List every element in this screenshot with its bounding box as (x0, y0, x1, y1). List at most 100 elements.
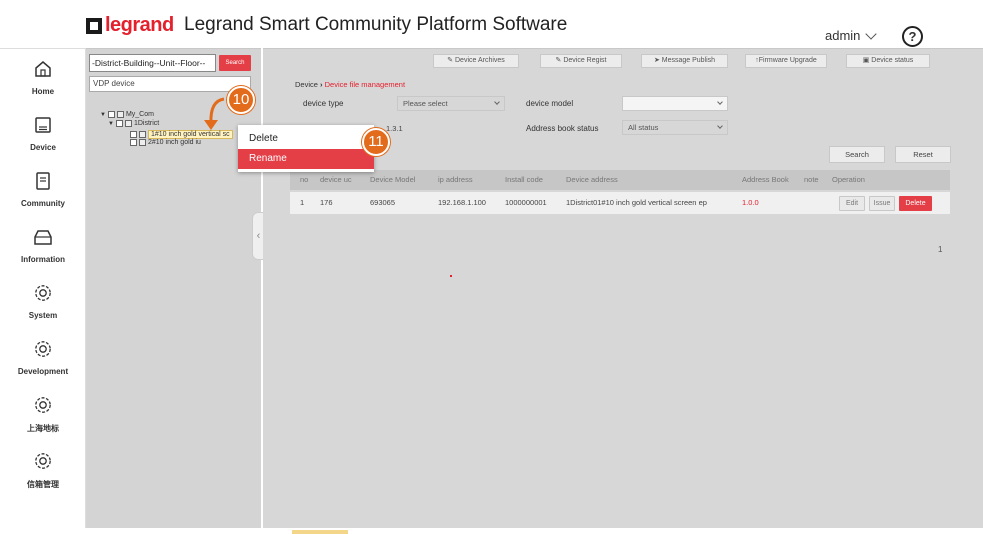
tree-search-button[interactable]: Search (219, 55, 251, 71)
message-publish-button[interactable]: ➤ Message Publish (641, 54, 728, 68)
gear-icon (35, 397, 51, 413)
select-value: Please select (403, 99, 448, 108)
cell-model: 693065 (370, 198, 396, 207)
firmware-upgrade-button[interactable]: ↑Firmware Upgrade (745, 54, 827, 68)
chevron-down-icon[interactable] (865, 28, 877, 40)
building-icon (116, 111, 124, 118)
sidebar-item-label: Device (30, 143, 56, 152)
tree-search-input[interactable]: -District-Building--Unit--Floor-- (89, 54, 216, 72)
expand-arrow-icon[interactable]: ▼ (108, 121, 114, 127)
app-window: legrand Legrand Smart Community Platform… (0, 0, 983, 534)
sidebar-item-device[interactable]: Device (0, 111, 86, 167)
help-icon[interactable]: ? (902, 26, 923, 47)
sidebar-item-information[interactable]: Information (0, 223, 86, 279)
community-icon (36, 172, 50, 190)
device-type-select[interactable]: VDP device (89, 76, 251, 92)
sidebar-item-label: Information (21, 255, 65, 264)
chevron-down-icon (494, 99, 500, 105)
column-header: ip address (438, 175, 473, 184)
menu-item-delete[interactable]: Delete (238, 129, 374, 149)
context-menu: Delete Rename (238, 125, 374, 172)
edit-button[interactable]: Edit (839, 196, 865, 211)
device-icon (139, 139, 146, 146)
button-label: Device Regist (563, 57, 607, 64)
breadcrumb-root[interactable]: Device (295, 80, 318, 89)
select-value: All status (628, 123, 659, 132)
cell-no: 1 (300, 198, 305, 207)
gear-icon (35, 285, 51, 301)
menu-item-rename[interactable]: Rename (238, 149, 374, 169)
step-callout-10: 10 (227, 86, 255, 114)
bottom-tab-marker[interactable] (292, 530, 348, 534)
tree-checkbox[interactable] (130, 139, 137, 146)
device-model-filter[interactable] (622, 96, 728, 111)
delete-button[interactable]: Delete (899, 196, 932, 211)
sidebar-item-mailbox[interactable]: 信箱管理 (0, 447, 86, 503)
logo-text: legrand (105, 14, 174, 36)
sidebar-item-community[interactable]: Community (0, 167, 86, 223)
app-header: legrand Legrand Smart Community Platform… (0, 0, 983, 48)
search-button[interactable]: Search (829, 146, 885, 163)
device-model-label: device model (526, 99, 574, 108)
column-header: Install code (505, 175, 543, 184)
button-label: Device Archives (455, 57, 505, 64)
tree-node-label: 1District (133, 120, 160, 127)
pagination-page[interactable]: 1 (938, 245, 942, 254)
cell-address-book[interactable]: 1.0.0 (742, 192, 759, 214)
issue-button[interactable]: Issue (869, 196, 895, 211)
sidebar-item-label: 上海地标 (27, 424, 59, 433)
app-title: Legrand Smart Community Platform Softwar… (184, 14, 568, 35)
sidebar-item-landmark[interactable]: 上海地标 (0, 391, 86, 447)
sidebar-item-label: 信箱管理 (27, 480, 59, 489)
sidebar-item-home[interactable]: Home (0, 55, 86, 111)
device-icon (139, 131, 146, 138)
tree-node-label: My_Com (125, 111, 154, 118)
table-row[interactable]: 1 176 693065 192.168.1.100 1000000001 1D… (290, 192, 950, 214)
table-header: no device uc Device Model ip address Ins… (290, 170, 950, 190)
button-label: Device status (871, 57, 914, 64)
legrand-logo: legrand (86, 14, 174, 37)
device-status-button[interactable]: ▣ Device status (846, 54, 930, 68)
tree-node-community[interactable]: ▼ My_Com (100, 111, 154, 118)
step-callout-11: 11 (362, 128, 390, 156)
tree-checkbox[interactable] (107, 111, 115, 118)
sidebar-item-system[interactable]: System (0, 279, 86, 335)
column-header: Address Book (742, 175, 789, 184)
breadcrumb-current: Device file management (324, 80, 406, 89)
chevron-down-icon (717, 99, 723, 105)
column-header: Device address (566, 175, 618, 184)
device-type-label: device type (303, 99, 344, 108)
device-regist-button[interactable]: ✎ Device Regist (540, 54, 622, 68)
home-icon (35, 61, 51, 77)
column-header: device uc (320, 175, 352, 184)
device-archives-button[interactable]: ✎ Device Archives (433, 54, 519, 68)
tree-checkbox[interactable] (130, 131, 137, 138)
device-type-filter[interactable]: Please select (397, 96, 505, 111)
version-value: 1.3.1 (386, 124, 403, 133)
reset-button[interactable]: Reset (895, 146, 951, 163)
district-icon (124, 120, 132, 127)
cell-ip: 192.168.1.100 (438, 198, 486, 207)
breadcrumb: Device › Device file management (295, 80, 406, 89)
cell-install-code: 1000000001 (505, 198, 547, 207)
main-sidebar: Home Device Community Information System… (0, 48, 86, 534)
sidebar-item-label: Home (31, 87, 55, 96)
device-icon (35, 117, 51, 133)
logo-mark-icon (86, 17, 102, 34)
sidebar-item-label: Development (17, 367, 69, 376)
address-book-status-filter[interactable]: All status (622, 120, 728, 135)
tree-checkbox[interactable] (115, 120, 123, 127)
sidebar-item-development[interactable]: Development (0, 335, 86, 391)
loading-dot (450, 275, 452, 277)
address-book-status-label: Address book status (526, 124, 599, 133)
user-menu[interactable]: admin (825, 28, 860, 43)
expand-arrow-icon[interactable]: ▼ (100, 112, 106, 118)
gear-icon (35, 341, 51, 357)
tree-node-device-2[interactable]: 2#10 inch gold iu (130, 139, 201, 146)
cell-device-uc: 176 (320, 198, 333, 207)
tree-node-district[interactable]: ▼ 1District (108, 120, 159, 127)
column-header: Device Model (370, 175, 416, 184)
information-icon (34, 230, 52, 245)
column-header: note (804, 175, 819, 184)
sidebar-item-label: System (28, 311, 58, 320)
